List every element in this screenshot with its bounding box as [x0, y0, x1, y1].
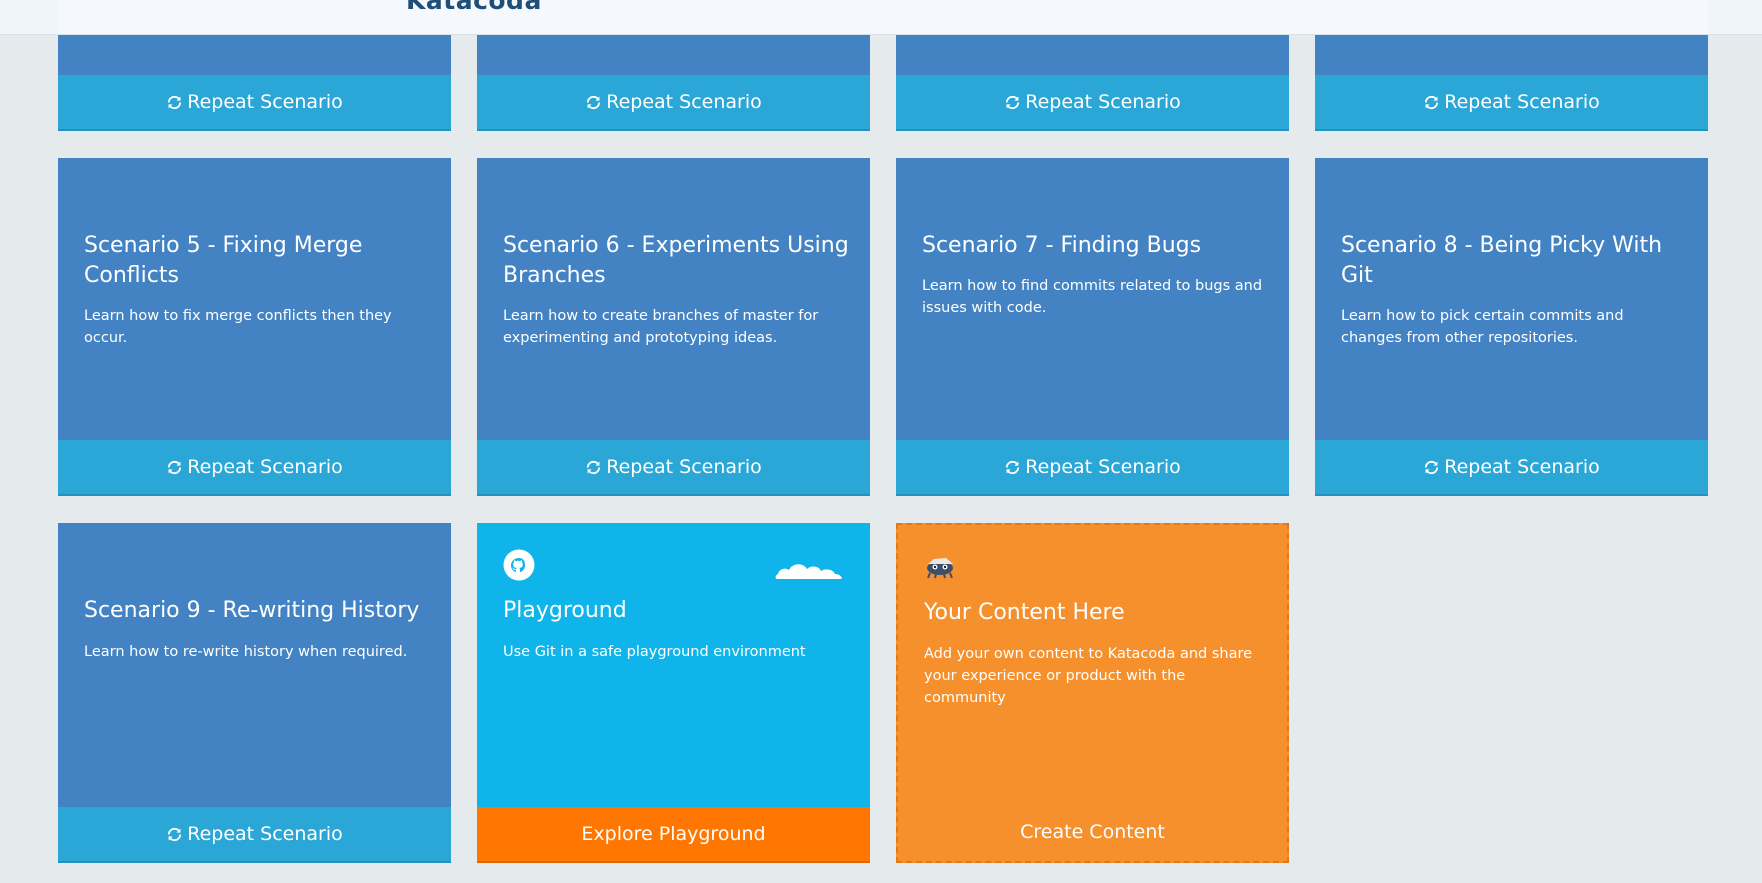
- your-content-title[interactable]: Your Content Here: [924, 598, 1267, 628]
- scenario-title[interactable]: Scenario 7 - Finding Bugs: [922, 231, 1269, 261]
- cloud-icon: [775, 564, 842, 579]
- scenario-title[interactable]: Scenario 5 - Fixing Merge Conflicts: [84, 231, 431, 291]
- playground-title[interactable]: Playground: [503, 596, 850, 626]
- refresh-icon: [166, 459, 183, 476]
- repeat-scenario-label: Repeat Scenario: [187, 91, 343, 113]
- repeat-scenario-label: Repeat Scenario: [187, 456, 343, 478]
- refresh-icon: [1004, 459, 1021, 476]
- create-content-label: Create Content: [1020, 821, 1165, 843]
- repeat-scenario-label: Repeat Scenario: [606, 456, 762, 478]
- scenario-card-5[interactable]: Scenario 5 - Fixing Merge Conflicts Lear…: [58, 158, 451, 496]
- scenario-card-8[interactable]: Scenario 8 - Being Picky With Git Learn …: [1315, 158, 1708, 496]
- repeat-scenario-label: Repeat Scenario: [606, 91, 762, 113]
- repeat-scenario-label: Repeat Scenario: [1444, 91, 1600, 113]
- repeat-scenario-button[interactable]: Repeat Scenario: [896, 440, 1289, 496]
- repeat-scenario-button[interactable]: Repeat Scenario: [477, 440, 870, 496]
- repeat-scenario-label: Repeat Scenario: [1025, 456, 1181, 478]
- repeat-scenario-button[interactable]: Repeat Scenario: [58, 75, 451, 131]
- scenario-description: Learn how to pick certain commits and ch…: [1341, 308, 1624, 346]
- repeat-scenario-button[interactable]: Repeat Scenario: [1315, 440, 1708, 496]
- scenario-card-7[interactable]: Scenario 7 - Finding Bugs Learn how to f…: [896, 158, 1289, 496]
- navbar-inner: Katacoda: [58, 0, 1708, 34]
- scenario-description: Learn how to create branches of master f…: [503, 308, 819, 346]
- explore-playground-button[interactable]: Explore Playground: [477, 807, 870, 863]
- katacoda-logo[interactable]: Katacoda: [406, 0, 542, 15]
- scenario-card-9[interactable]: Scenario 9 - Re-writing History Learn ho…: [58, 523, 451, 863]
- scenario-title[interactable]: Scenario 9 - Re-writing History: [84, 596, 431, 626]
- scenario-description: Learn how to re-write history when requi…: [84, 644, 408, 660]
- repeat-scenario-label: Repeat Scenario: [187, 823, 343, 845]
- scenario-description: Learn how to find commits related to bug…: [922, 278, 1263, 316]
- repeat-scenario-button[interactable]: Repeat Scenario: [58, 807, 451, 863]
- scenario-description: Learn how to fix merge conflicts then th…: [84, 308, 392, 346]
- refresh-icon: [1423, 459, 1440, 476]
- repeat-scenario-label: Repeat Scenario: [1444, 456, 1600, 478]
- playground-description: Use Git in a safe playground environment: [503, 644, 806, 660]
- top-navbar: Katacoda: [0, 0, 1762, 35]
- repeat-scenario-button[interactable]: Repeat Scenario: [58, 440, 451, 496]
- refresh-icon: [585, 459, 602, 476]
- your-content-description: Add your own content to Katacoda and sha…: [924, 646, 1253, 706]
- your-content-card[interactable]: Your Content Here Add your own content t…: [896, 523, 1289, 863]
- explore-playground-label: Explore Playground: [581, 823, 766, 845]
- scenario-title[interactable]: Scenario 8 - Being Picky With Git: [1341, 231, 1688, 291]
- katacoda-mascot-icon: [927, 558, 953, 579]
- refresh-icon: [585, 94, 602, 111]
- github-icon: [503, 549, 535, 581]
- scenario-card-6[interactable]: Scenario 6 - Experiments Using Branches …: [477, 158, 870, 496]
- refresh-icon: [1423, 94, 1440, 111]
- repeat-scenario-label: Repeat Scenario: [1025, 91, 1181, 113]
- create-content-button[interactable]: Create Content: [898, 803, 1287, 861]
- refresh-icon: [166, 826, 183, 843]
- repeat-scenario-button[interactable]: Repeat Scenario: [477, 75, 870, 131]
- repeat-scenario-button[interactable]: Repeat Scenario: [1315, 75, 1708, 131]
- scenario-title[interactable]: Scenario 6 - Experiments Using Branches: [503, 231, 850, 291]
- refresh-icon: [166, 94, 183, 111]
- refresh-icon: [1004, 94, 1021, 111]
- repeat-scenario-button[interactable]: Repeat Scenario: [896, 75, 1289, 131]
- playground-card[interactable]: Playground Use Git in a safe playground …: [477, 523, 870, 863]
